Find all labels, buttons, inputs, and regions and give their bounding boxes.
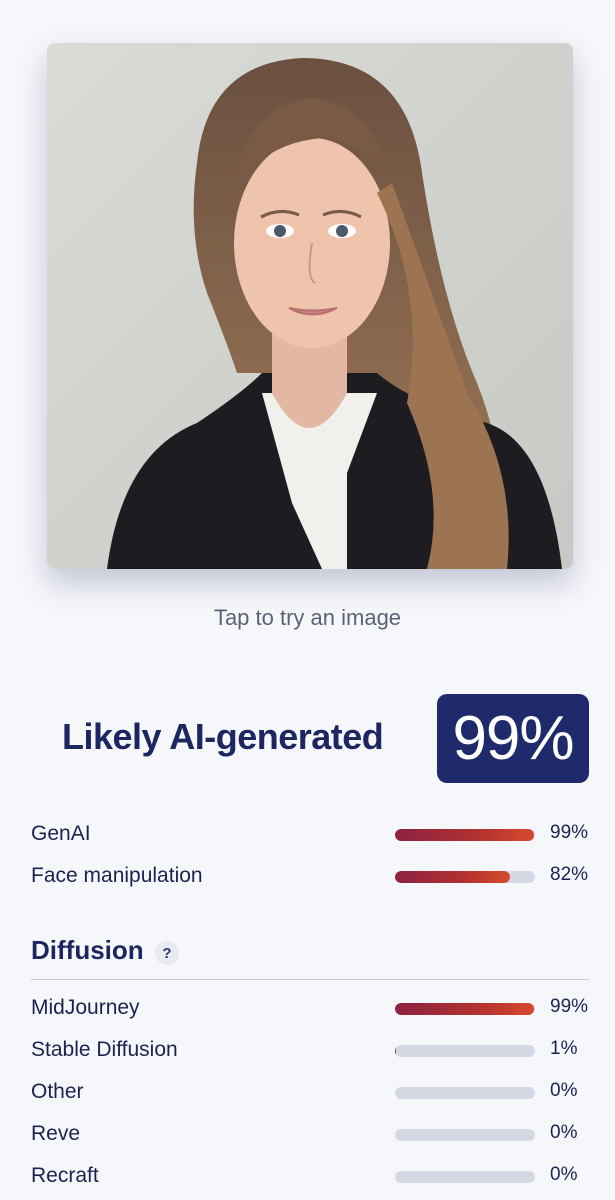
score-percent: 0% bbox=[550, 1080, 578, 1101]
score-label: GenAI bbox=[31, 822, 91, 845]
tap-to-try-hint[interactable]: Tap to try an image bbox=[0, 605, 615, 631]
score-percent: 0% bbox=[550, 1122, 578, 1143]
section-divider bbox=[31, 979, 589, 980]
score-bar-track bbox=[395, 871, 535, 883]
score-label: Face manipulation bbox=[31, 864, 203, 887]
score-bar-fill bbox=[395, 1003, 534, 1015]
help-icon[interactable]: ? bbox=[155, 941, 179, 965]
diffusion-section-title: Diffusion bbox=[31, 935, 144, 965]
score-bar-fill bbox=[395, 871, 510, 883]
portrait-image bbox=[47, 43, 573, 569]
score-bar-track bbox=[395, 1003, 535, 1015]
verdict-score-badge: 99% bbox=[437, 694, 589, 783]
diffusion-row-reve: Reve 0% bbox=[31, 1120, 591, 1150]
model-label: Stable Diffusion bbox=[31, 1038, 178, 1061]
score-percent: 1% bbox=[550, 1038, 578, 1059]
score-bar-track bbox=[395, 1045, 535, 1057]
score-bar-track bbox=[395, 1087, 535, 1099]
diffusion-row-recraft: Recraft 0% bbox=[31, 1162, 591, 1192]
score-bar-track bbox=[395, 1129, 535, 1141]
uploaded-photo[interactable] bbox=[47, 43, 573, 569]
model-label: MidJourney bbox=[31, 996, 140, 1019]
score-percent: 99% bbox=[550, 996, 589, 1017]
score-bar-track bbox=[395, 829, 535, 841]
diffusion-row-other: Other 0% bbox=[31, 1078, 591, 1108]
score-percent: 0% bbox=[550, 1164, 578, 1185]
model-label: Reve bbox=[31, 1122, 81, 1145]
score-percent: 99% bbox=[550, 822, 589, 843]
model-label: Other bbox=[31, 1080, 84, 1103]
score-bar-track bbox=[395, 1171, 535, 1183]
score-row-face-manipulation: Face manipulation 82% bbox=[31, 862, 591, 892]
score-row-genai: GenAI 99% bbox=[31, 820, 591, 850]
model-label: Recraft bbox=[31, 1164, 99, 1187]
diffusion-row-stable-diffusion: Stable Diffusion 1% bbox=[31, 1036, 591, 1066]
score-percent: 82% bbox=[550, 864, 589, 885]
score-bar-fill bbox=[395, 1045, 397, 1057]
detector-screen: Tap to try an image Likely AI-generated … bbox=[0, 0, 615, 1200]
verdict-label: Likely AI-generated bbox=[62, 716, 384, 757]
score-bar-fill bbox=[395, 829, 534, 841]
diffusion-row-midjourney: MidJourney 99% bbox=[31, 994, 591, 1024]
